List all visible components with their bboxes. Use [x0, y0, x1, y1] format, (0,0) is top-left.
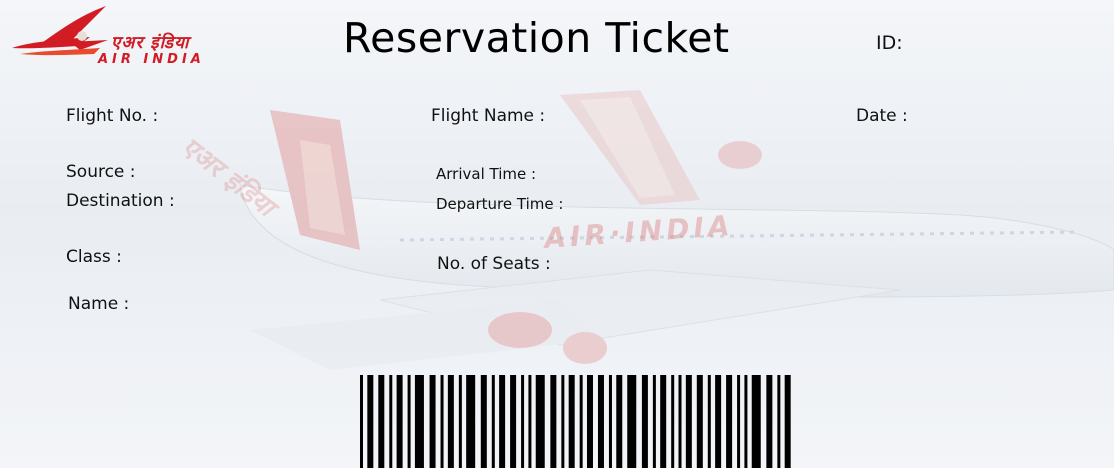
reservation-ticket: AIR·INDIA एअर इंडिया एअर इंडिया AIR INDI… — [0, 0, 1114, 468]
barcode-bar — [751, 375, 761, 468]
barcode-bar — [414, 375, 424, 468]
barcode-bar — [389, 375, 393, 468]
id-label: ID: — [876, 32, 903, 54]
barcode-bar — [707, 375, 711, 468]
barcode-bar — [429, 375, 436, 468]
barcode-bar — [561, 375, 565, 468]
flight-name-label: Flight Name : — [431, 106, 546, 126]
barcode-bar — [641, 375, 648, 468]
barcode-bar — [784, 375, 791, 468]
barcode-bar — [568, 375, 575, 468]
barcode-bar — [396, 375, 403, 468]
ticket-title: Reservation Ticket — [343, 14, 730, 62]
barcode-bar — [521, 375, 525, 468]
barcode-bar — [777, 375, 781, 468]
departure-time-label: Departure Time : — [436, 195, 564, 213]
barcode-bar — [480, 375, 487, 468]
barcode-bar — [440, 375, 444, 468]
barcode-bar — [407, 375, 411, 468]
fuselage-hindi-watermark: एअर इंडिया — [176, 131, 285, 226]
barcode-bar — [528, 375, 532, 468]
class-label: Class : — [66, 247, 122, 267]
date-label: Date : — [856, 106, 908, 126]
barcode-bar — [586, 375, 593, 468]
barcode-bar — [678, 375, 682, 468]
barcode-bar — [579, 375, 583, 468]
barcode-bar — [671, 375, 675, 468]
barcode-bar — [715, 375, 722, 468]
barcode-bar — [491, 375, 495, 468]
barcode-bar — [696, 375, 703, 468]
destination-label: Destination : — [66, 191, 175, 211]
barcode-bar — [597, 375, 604, 468]
barcode-bar — [608, 375, 612, 468]
logo-hindi-text: एअर इंडिया — [111, 33, 190, 53]
barcode-bar — [660, 375, 667, 468]
barcode-bar — [766, 375, 773, 468]
barcode-bar — [652, 375, 656, 468]
arrival-time-label: Arrival Time : — [436, 165, 537, 183]
flight-no-label: Flight No. : — [66, 106, 159, 126]
barcode-bar — [726, 375, 733, 468]
barcode-icon — [360, 375, 791, 468]
barcode-bar — [627, 375, 637, 468]
barcode-bar — [367, 375, 374, 468]
barcode-bar — [499, 375, 506, 468]
barcode-bar — [510, 375, 517, 468]
barcode-bar — [458, 375, 462, 468]
barcode-bar — [744, 375, 748, 468]
name-label: Name : — [68, 294, 130, 314]
barcode-bar — [737, 375, 741, 468]
no-of-seats-label: No. of Seats : — [437, 254, 551, 274]
barcode-bar — [378, 375, 385, 468]
barcode-bar — [616, 375, 623, 468]
barcode-bar — [535, 375, 545, 468]
barcode-bar — [447, 375, 454, 468]
barcode-bar — [466, 375, 476, 468]
barcode-bar — [550, 375, 557, 468]
barcode-bar — [360, 375, 363, 468]
logo-english-text: AIR INDIA — [98, 52, 205, 67]
barcode-bar — [685, 375, 692, 468]
air-india-logo: एअर इंडिया AIR INDIA — [10, 2, 280, 72]
source-label: Source : — [66, 162, 136, 182]
